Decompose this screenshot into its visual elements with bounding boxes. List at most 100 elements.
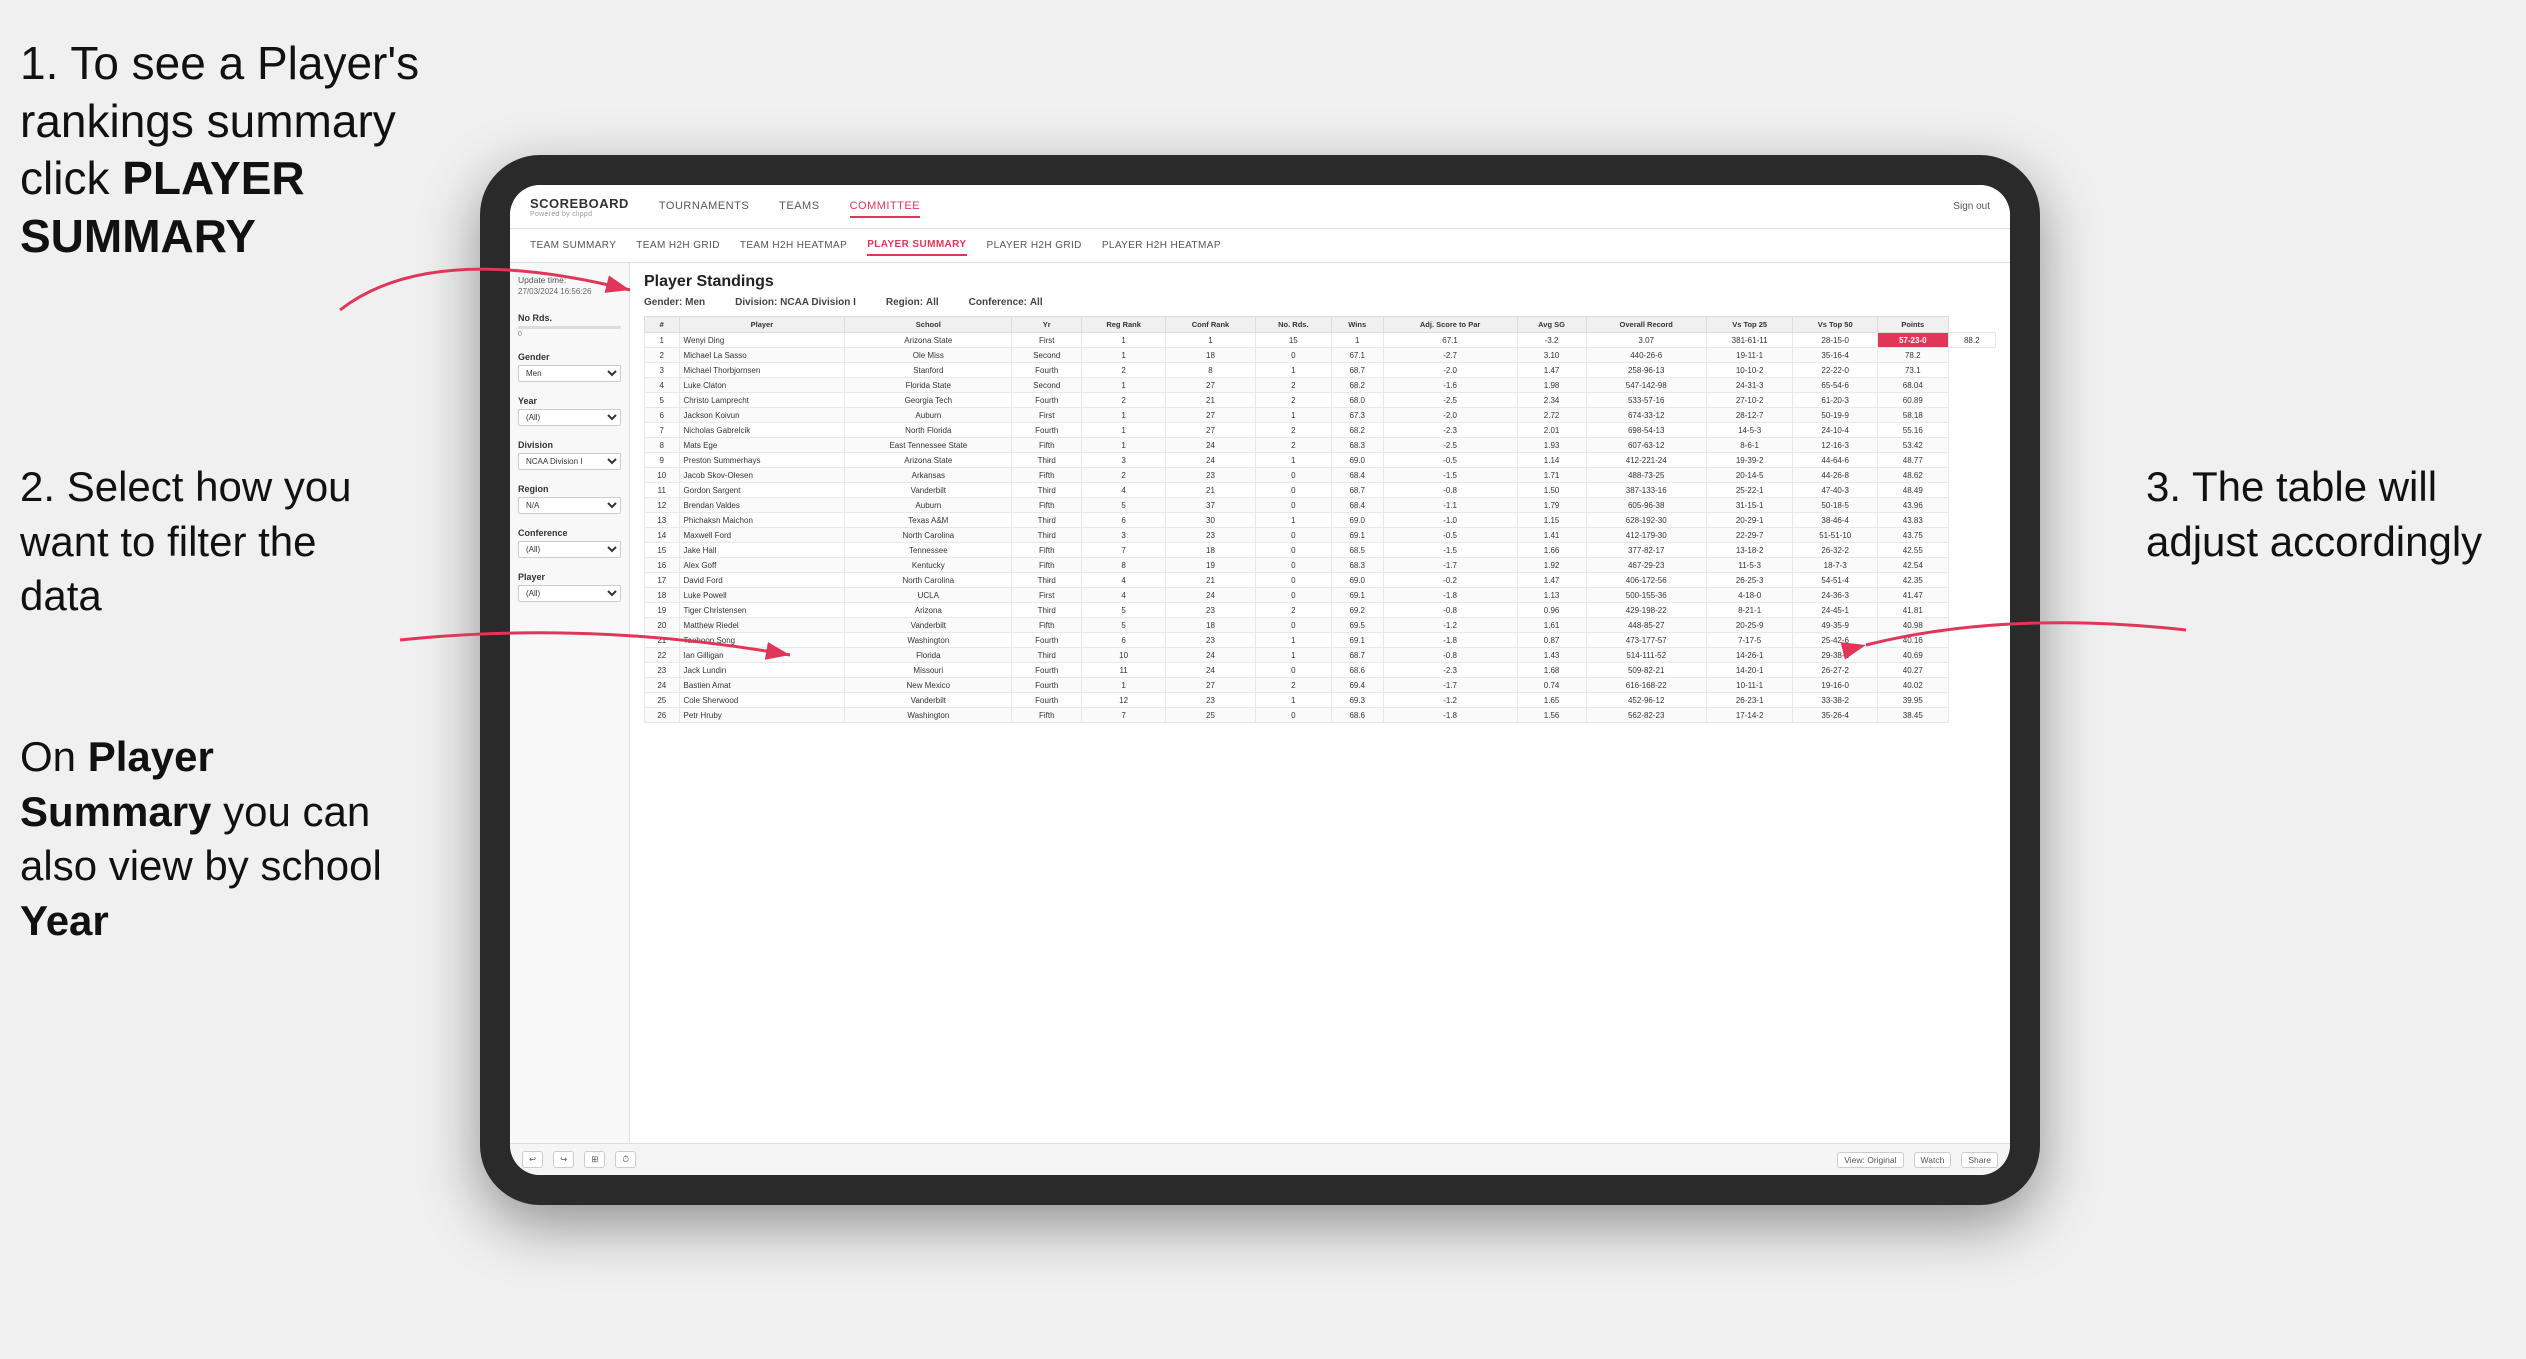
sub-nav-player-h2h-heatmap[interactable]: PLAYER H2H HEATMAP	[1102, 236, 1221, 255]
sub-nav: TEAM SUMMARY TEAM H2H GRID TEAM H2H HEAT…	[510, 229, 2010, 263]
logo-area: SCOREBOARD Powered by clippd	[530, 196, 629, 218]
gender-label: Gender	[518, 352, 621, 362]
table-row: 25Cole SherwoodVanderbiltFourth1223169.3…	[645, 693, 1996, 708]
table-row: 7Nicholas GabrelcikNorth FloridaFourth12…	[645, 423, 1996, 438]
col-points: Points	[1878, 317, 1949, 333]
table-row: 18Luke PowellUCLAFirst424069.1-1.81.1350…	[645, 588, 1996, 603]
year-section: Year (All)	[518, 396, 621, 426]
nav-right: Sign out	[1953, 201, 1990, 212]
slider-min: 0	[518, 331, 522, 338]
division-label: Division	[518, 440, 621, 450]
table-row: 21Taehoon SongWashingtonFourth623169.1-1…	[645, 633, 1996, 648]
col-conf-rank: Conf Rank	[1166, 317, 1256, 333]
year-label: Year	[518, 396, 621, 406]
nav-bar: SCOREBOARD Powered by clippd TOURNAMENTS…	[510, 185, 2010, 229]
nav-committee[interactable]: COMMITTEE	[850, 196, 921, 218]
filter-region: Region: All	[886, 297, 939, 308]
filters-row: Gender: Men Division: NCAA Division I Re…	[644, 297, 1996, 308]
col-wins: Wins	[1331, 317, 1383, 333]
conference-label: Conference	[518, 528, 621, 538]
sidebar: Update time: 27/03/2024 16:56:26 No Rds.…	[510, 263, 630, 1143]
table-row: 26Petr HrubyWashingtonFifth725068.6-1.81…	[645, 708, 1996, 723]
main-content: Update time: 27/03/2024 16:56:26 No Rds.…	[510, 263, 2010, 1143]
tablet-screen: SCOREBOARD Powered by clippd TOURNAMENTS…	[510, 185, 2010, 1175]
copy-button[interactable]: ⊞	[584, 1151, 605, 1168]
redo-button[interactable]: ↪	[553, 1151, 574, 1168]
slider-range: 0	[518, 331, 621, 338]
sign-out-link[interactable]: Sign out	[1953, 201, 1990, 212]
region-label: Region	[518, 484, 621, 494]
table-row: 12Brendan ValdesAuburnFifth537068.4-1.11…	[645, 498, 1996, 513]
player-label: Player	[518, 572, 621, 582]
col-yr: Yr	[1012, 317, 1082, 333]
arrow-to-sidebar	[390, 600, 810, 680]
filter-conference: Conference: All	[969, 297, 1043, 308]
filter-division: Division: NCAA Division I	[735, 297, 856, 308]
region-select[interactable]: N/A	[518, 497, 621, 514]
table-row: 4Luke ClatonFlorida StateSecond127268.2-…	[645, 378, 1996, 393]
table-row: 24Bastien AmatNew MexicoFourth127269.4-1…	[645, 678, 1996, 693]
year-select[interactable]: (All)	[518, 409, 621, 426]
tablet-device: SCOREBOARD Powered by clippd TOURNAMENTS…	[480, 155, 2040, 1205]
table-row: 9Preston SummerhaysArizona StateThird324…	[645, 453, 1996, 468]
bottom-toolbar: ↩ ↪ ⊞ ⏱ View: Original Watch Share	[510, 1143, 2010, 1175]
player-standings-table: # Player School Yr Reg Rank Conf Rank No…	[644, 316, 1996, 723]
table-row: 20Matthew RiedelVanderbiltFifth518069.5-…	[645, 618, 1996, 633]
year-bold: Year	[20, 897, 109, 944]
arrow-to-player-summary	[330, 230, 650, 330]
share-button[interactable]: Share	[1961, 1152, 1998, 1168]
col-player: Player	[679, 317, 845, 333]
table-row: 14Maxwell FordNorth CarolinaThird323069.…	[645, 528, 1996, 543]
clock-button[interactable]: ⏱	[615, 1151, 636, 1168]
table-header-row: # Player School Yr Reg Rank Conf Rank No…	[645, 317, 1996, 333]
division-section: Division NCAA Division I	[518, 440, 621, 470]
sub-nav-team-h2h-heatmap[interactable]: TEAM H2H HEATMAP	[740, 236, 847, 255]
col-reg-rank: Reg Rank	[1082, 317, 1166, 333]
col-vs-top25: Vs Top 25	[1706, 317, 1793, 333]
table-row: 16Alex GoffKentuckyFifth819068.3-1.71.92…	[645, 558, 1996, 573]
filter-gender: Gender: Men	[644, 297, 705, 308]
table-area: Player Standings Gender: Men Division: N…	[630, 263, 2010, 1143]
division-select[interactable]: NCAA Division I	[518, 453, 621, 470]
region-section: Region N/A	[518, 484, 621, 514]
view-original-button[interactable]: View: Original	[1837, 1152, 1903, 1168]
col-vs-top50: Vs Top 50	[1793, 317, 1878, 333]
undo-button[interactable]: ↩	[522, 1151, 543, 1168]
col-adj-score: Adj. Score to Par	[1383, 317, 1517, 333]
sub-nav-player-h2h-grid[interactable]: PLAYER H2H GRID	[987, 236, 1082, 255]
instruction-step3: 3. The table will adjust accordingly	[2146, 460, 2506, 569]
nav-tournaments[interactable]: TOURNAMENTS	[659, 196, 749, 218]
nav-items: TOURNAMENTS TEAMS COMMITTEE	[659, 196, 1953, 218]
logo-sub: Powered by clippd	[530, 211, 629, 218]
table-row: 19Tiger ChristensenArizonaThird523269.2-…	[645, 603, 1996, 618]
table-row: 22Ian GilliganFloridaThird1024168.7-0.81…	[645, 648, 1996, 663]
instruction-step2-bottom: On Player Summary you can also view by s…	[20, 730, 400, 948]
table-row: 23Jack LundinMissouriFourth1124068.6-2.3…	[645, 663, 1996, 678]
logo-text: SCOREBOARD	[530, 196, 629, 211]
table-row: 17David FordNorth CarolinaThird421069.0-…	[645, 573, 1996, 588]
col-avg-sg: Avg SG	[1517, 317, 1586, 333]
gender-select[interactable]: Men	[518, 365, 621, 382]
sub-nav-player-summary[interactable]: PLAYER SUMMARY	[867, 235, 966, 256]
table-row: 13Phichaksn MaichonTexas A&MThird630169.…	[645, 513, 1996, 528]
conference-section: Conference (All)	[518, 528, 621, 558]
conference-select[interactable]: (All)	[518, 541, 621, 558]
instruction-step2: 2. Select how you want to filter the dat…	[20, 460, 400, 624]
col-school: School	[845, 317, 1012, 333]
player-section: Player (All)	[518, 572, 621, 602]
table-row: 11Gordon SargentVanderbiltThird421068.7-…	[645, 483, 1996, 498]
gender-section: Gender Men	[518, 352, 621, 382]
table-row: 6Jackson KoivunAuburnFirst127167.3-2.02.…	[645, 408, 1996, 423]
table-row: 5Christo LamprechtGeorgia TechFourth2212…	[645, 393, 1996, 408]
table-row: 8Mats EgeEast Tennessee StateFifth124268…	[645, 438, 1996, 453]
table-title: Player Standings	[644, 273, 1996, 291]
table-row: 10Jacob Skov-OlesenArkansasFifth223068.4…	[645, 468, 1996, 483]
table-row: 15Jake HallTennesseeFifth718068.5-1.51.6…	[645, 543, 1996, 558]
table-row: 3Michael ThorbjornsenStanfordFourth28168…	[645, 363, 1996, 378]
table-row: 2Michael La SassoOle MissSecond118067.1-…	[645, 348, 1996, 363]
nav-teams[interactable]: TEAMS	[779, 196, 819, 218]
watch-button[interactable]: Watch	[1914, 1152, 1952, 1168]
col-overall-record: Overall Record	[1586, 317, 1706, 333]
arrow-to-table	[1856, 590, 2196, 670]
col-no-rds: No. Rds.	[1255, 317, 1331, 333]
